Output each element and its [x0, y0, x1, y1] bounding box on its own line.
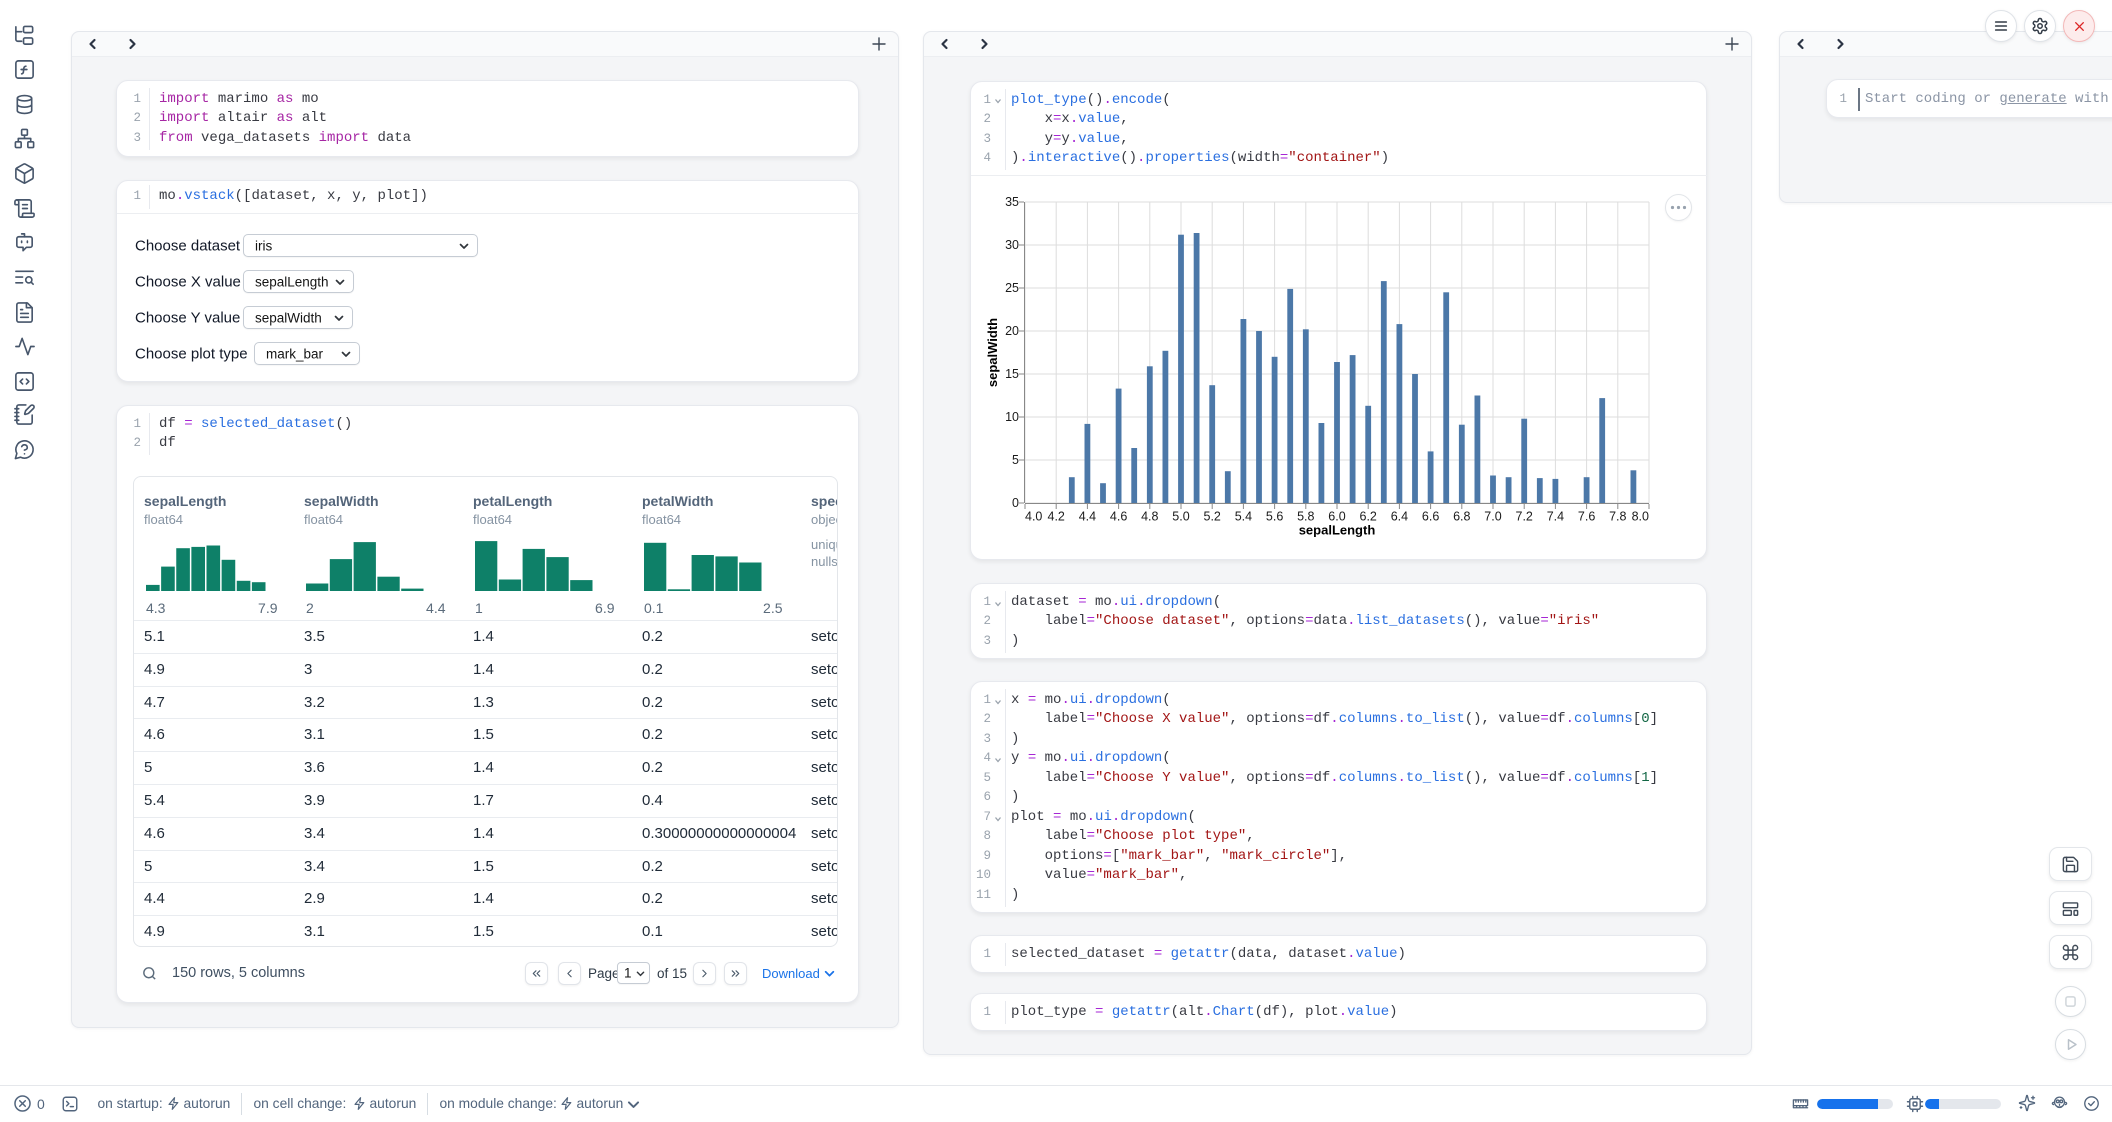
- svg-text:4.6: 4.6: [1110, 510, 1127, 524]
- svg-text:15: 15: [1005, 367, 1019, 381]
- svg-text:7.0: 7.0: [1484, 510, 1501, 524]
- svg-text:sepalWidth: sepalWidth: [985, 318, 1000, 387]
- svg-text:5.2: 5.2: [1204, 510, 1221, 524]
- svg-text:sepalLength: sepalLength: [1299, 523, 1376, 538]
- svg-text:7.8: 7.8: [1609, 510, 1626, 524]
- svg-text:0: 0: [1012, 496, 1019, 510]
- svg-text:7.6: 7.6: [1578, 510, 1595, 524]
- svg-text:5: 5: [1012, 453, 1019, 467]
- svg-text:6.2: 6.2: [1360, 510, 1377, 524]
- svg-text:20: 20: [1005, 324, 1019, 338]
- svg-text:8.0: 8.0: [1632, 510, 1649, 524]
- svg-text:4.0: 4.0: [1025, 510, 1042, 524]
- svg-text:7.4: 7.4: [1547, 510, 1564, 524]
- svg-text:5.4: 5.4: [1235, 510, 1252, 524]
- svg-text:25: 25: [1005, 281, 1019, 295]
- svg-text:6.0: 6.0: [1328, 510, 1345, 524]
- svg-text:6.8: 6.8: [1453, 510, 1470, 524]
- svg-text:6.4: 6.4: [1391, 510, 1408, 524]
- svg-text:10: 10: [1005, 410, 1019, 424]
- svg-text:4.2: 4.2: [1048, 510, 1065, 524]
- svg-text:5.0: 5.0: [1172, 510, 1189, 524]
- svg-text:4.8: 4.8: [1141, 510, 1158, 524]
- svg-text:30: 30: [1005, 238, 1019, 252]
- svg-text:5.6: 5.6: [1266, 510, 1283, 524]
- svg-text:35: 35: [1005, 195, 1019, 209]
- svg-text:5.8: 5.8: [1297, 510, 1314, 524]
- svg-text:4.4: 4.4: [1079, 510, 1096, 524]
- svg-text:7.2: 7.2: [1516, 510, 1533, 524]
- svg-text:6.6: 6.6: [1422, 510, 1439, 524]
